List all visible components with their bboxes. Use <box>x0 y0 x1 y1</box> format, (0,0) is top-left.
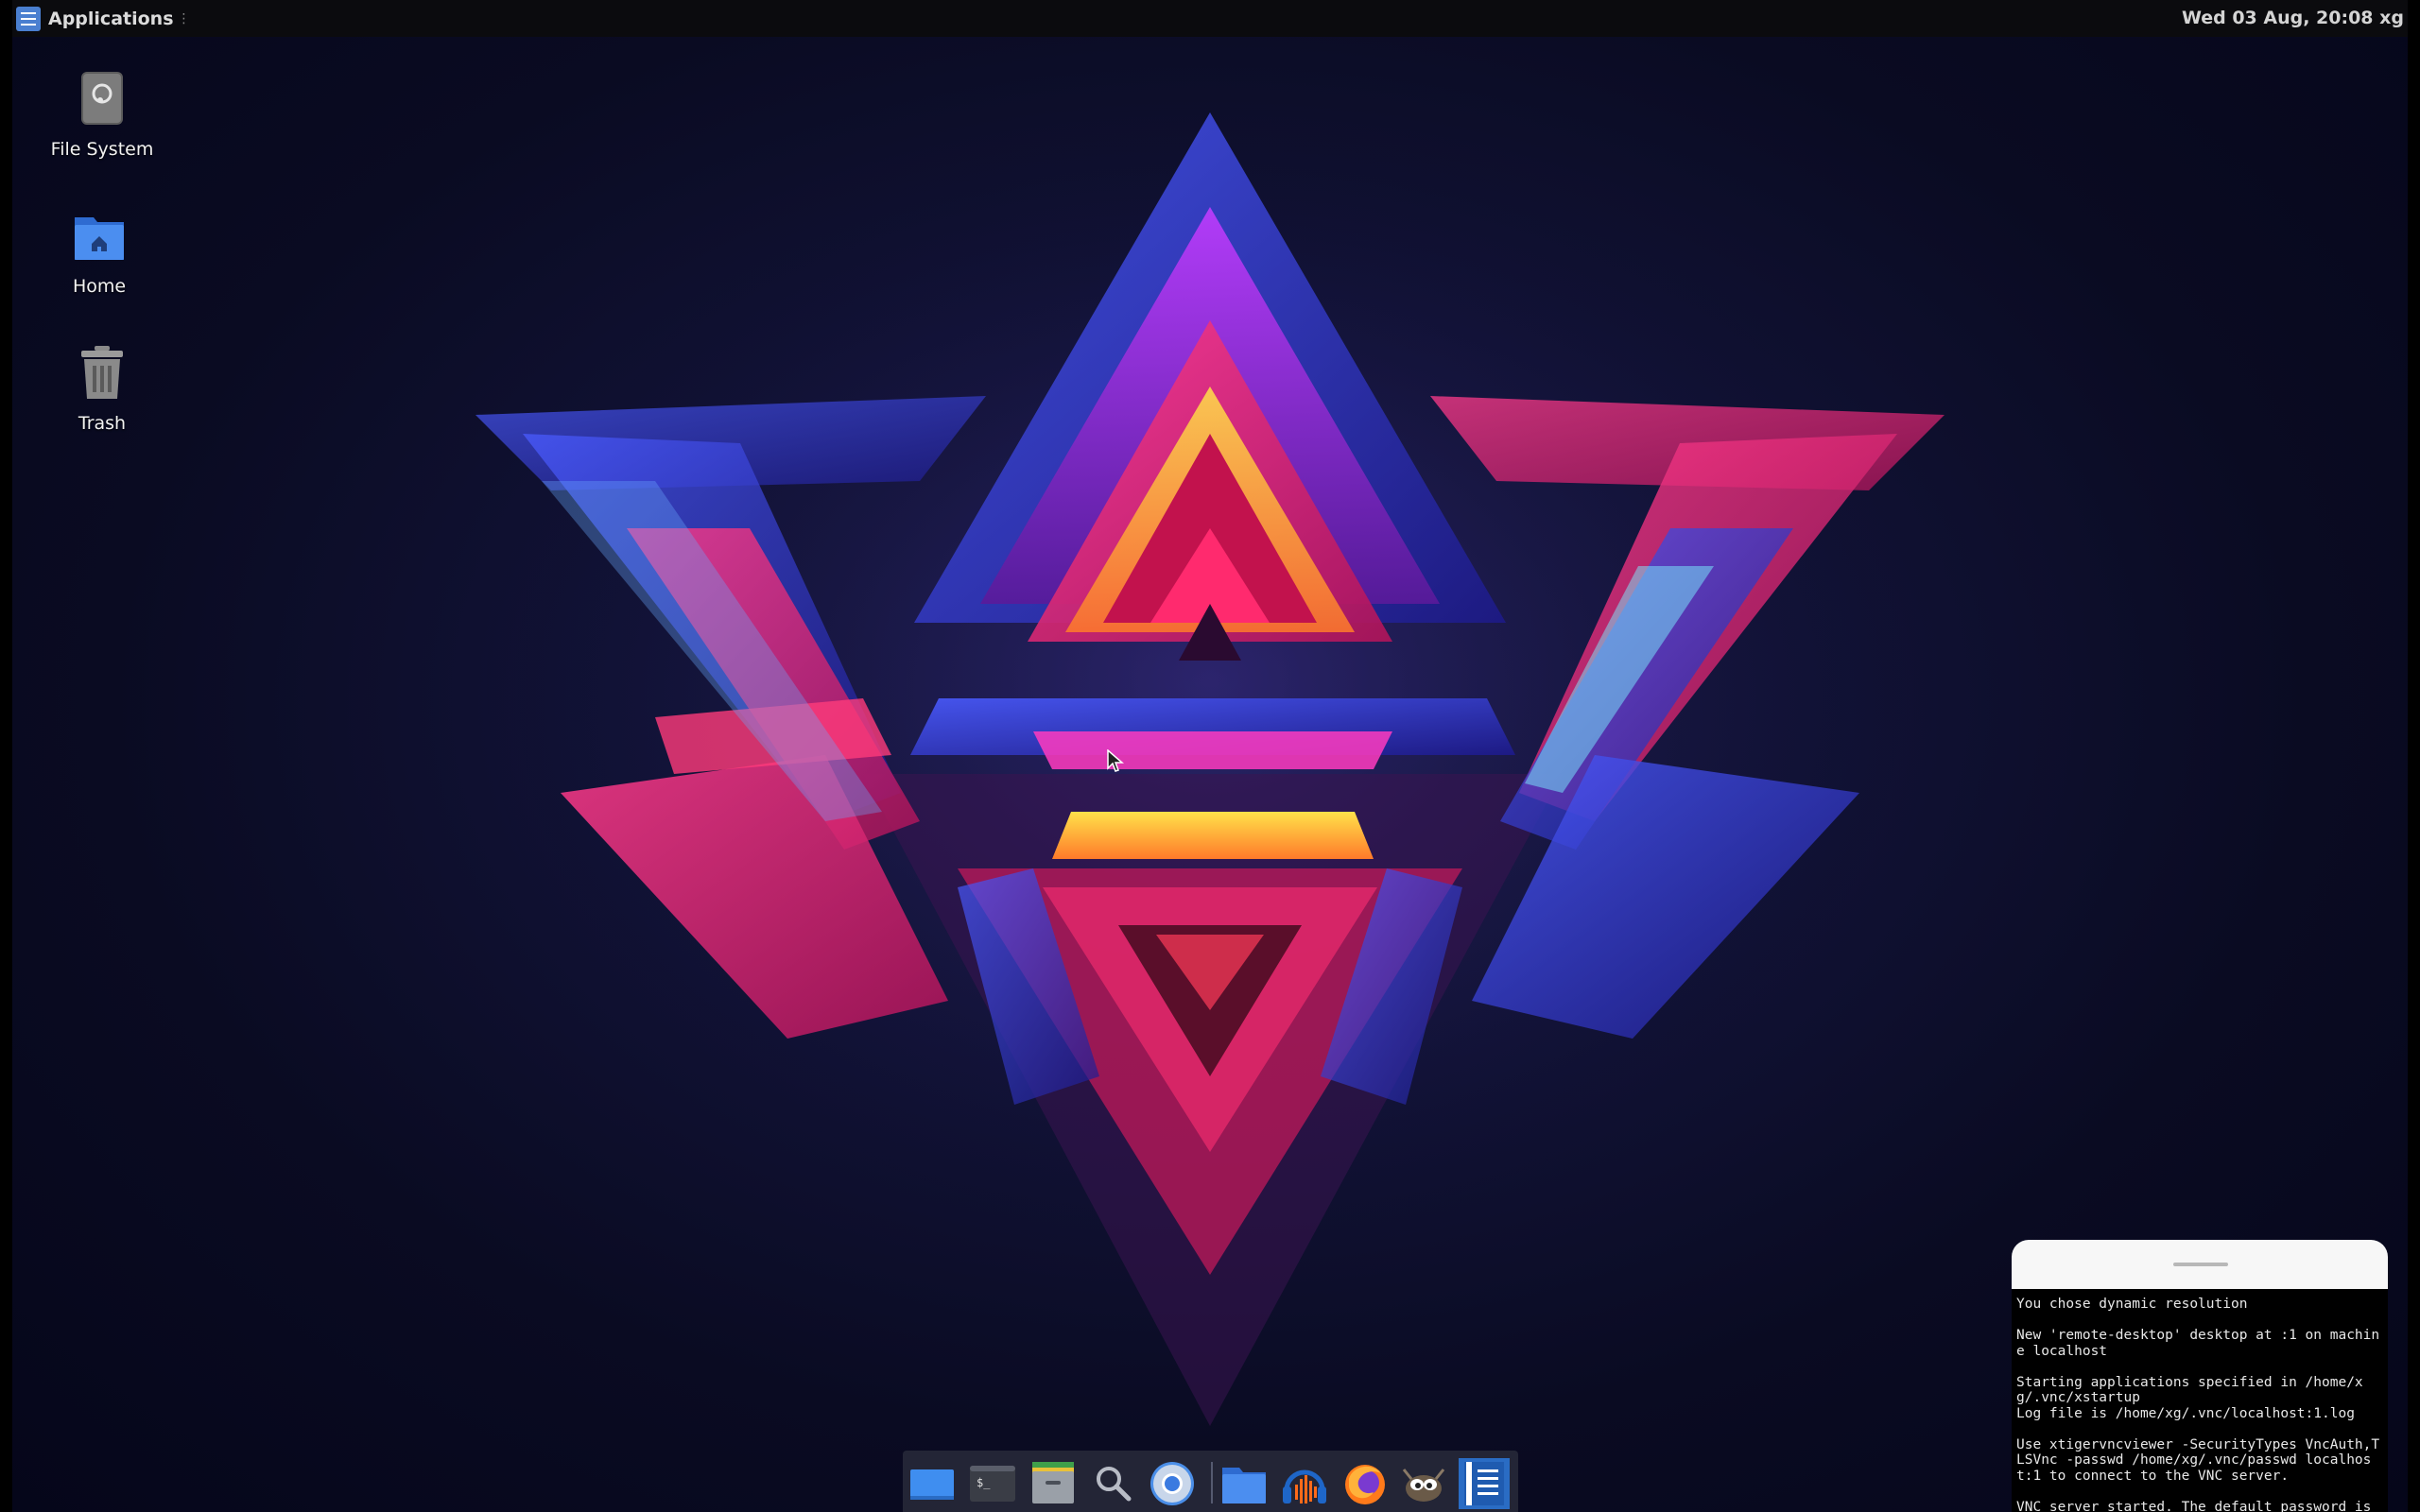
log-line: New 'remote-desktop' desktop at :1 on ma… <box>2016 1328 2380 1359</box>
dock-separator <box>1211 1462 1213 1503</box>
applications-menu-button[interactable]: Applications ⋮ <box>16 6 191 31</box>
applications-menu-icon <box>16 6 41 31</box>
applications-label: Applications <box>48 8 174 29</box>
dock-item-firefox[interactable] <box>1340 1458 1391 1509</box>
screen: File System Home Trash Applications ⋮ We… <box>0 0 2420 1512</box>
dock-item-gimp[interactable] <box>1398 1458 1449 1509</box>
dock-item-search[interactable] <box>1088 1458 1139 1509</box>
desktop-icon-label: Home <box>72 276 127 297</box>
desktop-icon-trash[interactable]: Trash <box>12 343 192 434</box>
log-line: You chose dynamic resolution <box>2016 1297 2248 1312</box>
dock-item-file-manager[interactable] <box>1028 1458 1079 1509</box>
dock-item-terminal[interactable]: $_ <box>967 1458 1018 1509</box>
show-desktop-icon <box>910 1469 954 1500</box>
home-folder-icon <box>69 206 130 266</box>
log-line: Use xtigervncviewer -SecurityTypes VncAu… <box>2016 1436 2380 1484</box>
drag-handle[interactable] <box>2173 1263 2228 1266</box>
desktop-icon-label: Trash <box>78 413 127 434</box>
vnc-log-text: You chose dynamic resolution New 'remote… <box>2012 1289 2388 1512</box>
dock-item-chromium[interactable] <box>1147 1458 1198 1509</box>
chromium-icon <box>1150 1462 1194 1505</box>
dock-item-text-editor[interactable] <box>1459 1458 1510 1509</box>
dock: $_ <box>903 1451 1518 1512</box>
vnc-log-panel: You chose dynamic resolution New 'remote… <box>2012 1240 2388 1512</box>
terminal-icon: $_ <box>970 1466 1015 1502</box>
dock-item-files[interactable] <box>1219 1458 1270 1509</box>
mouse-cursor-icon <box>1107 749 1124 772</box>
search-icon <box>1097 1467 1132 1502</box>
terminal-prompt: $_ <box>977 1476 991 1489</box>
vnc-panel-header[interactable] <box>2012 1240 2388 1289</box>
drive-icon <box>72 69 132 129</box>
trash-icon <box>72 343 132 404</box>
audacity-icon <box>1283 1469 1326 1503</box>
firefox-icon <box>1345 1465 1385 1504</box>
log-line: VNC server started. The default password… <box>2016 1499 2372 1512</box>
folder-icon <box>1222 1468 1266 1503</box>
desktop-icon-home[interactable]: Home <box>12 206 189 297</box>
desktop-icon-label: File System <box>50 139 154 160</box>
text-editor-icon <box>1464 1462 1504 1505</box>
top-panel: Applications ⋮ Wed 03 Aug, 20:08 xg <box>12 0 2408 37</box>
panel-handle-icon[interactable]: ⋮ <box>178 11 191 26</box>
gimp-icon <box>1402 1469 1445 1502</box>
clock[interactable]: Wed 03 Aug, 20:08 xg <box>2182 8 2404 28</box>
desktop-icon-file-system[interactable]: File System <box>12 69 192 160</box>
log-line: Starting applications specified in /home… <box>2016 1374 2363 1421</box>
dock-item-audacity[interactable] <box>1279 1458 1330 1509</box>
file-manager-icon <box>1032 1462 1074 1503</box>
dock-item-show-desktop[interactable] <box>907 1458 958 1509</box>
